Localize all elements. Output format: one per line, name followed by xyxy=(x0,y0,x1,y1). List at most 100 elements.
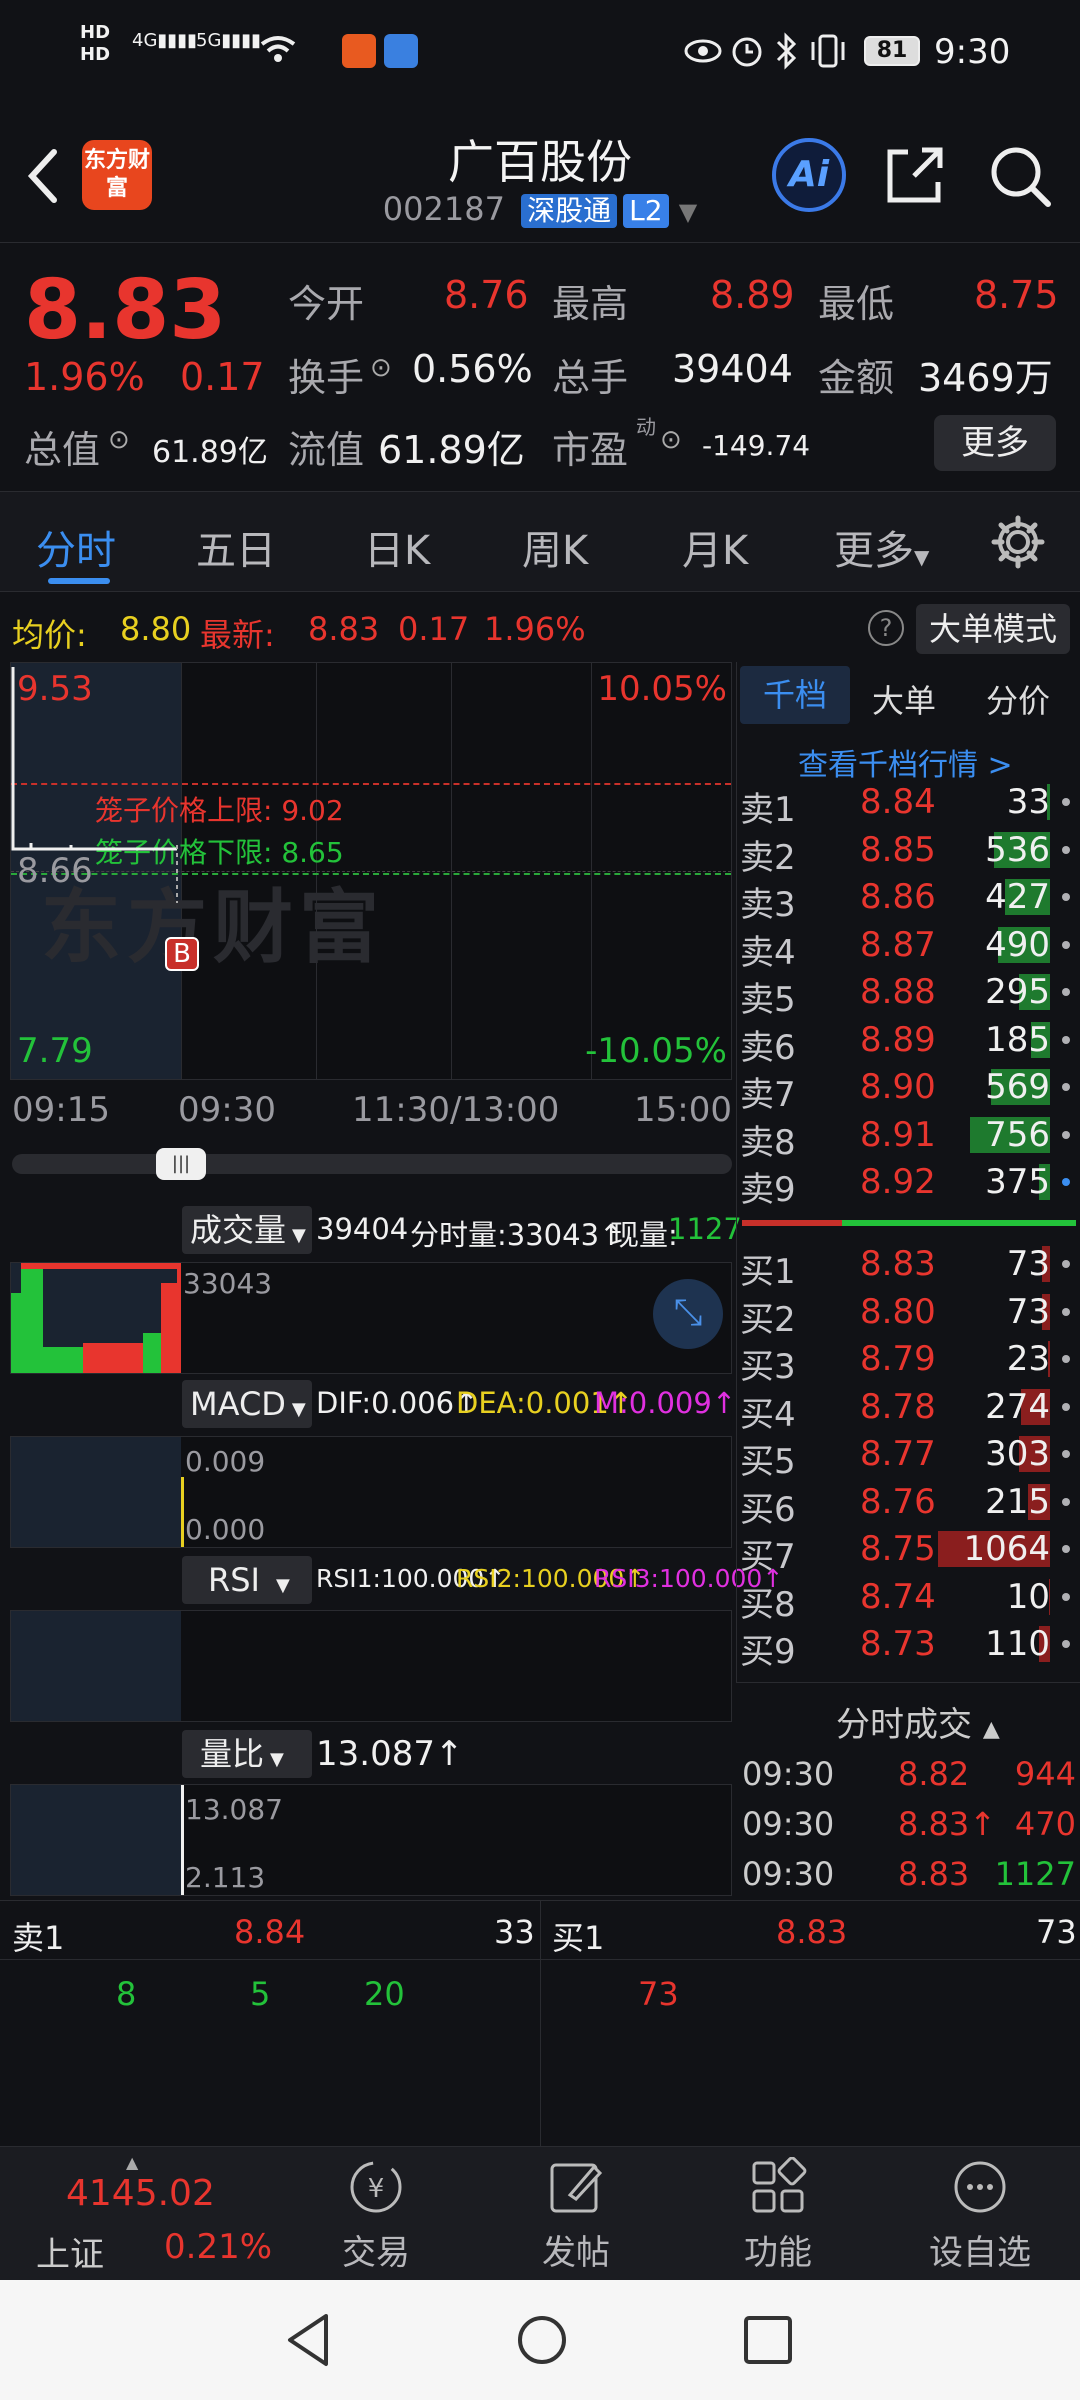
help-icon[interactable]: ? xyxy=(868,610,904,646)
volume-chart[interactable]: 33043 ⤡ xyxy=(10,1262,732,1374)
caret-down-icon: ▼ xyxy=(291,1399,306,1420)
volume-ratio-chart[interactable]: 13.087 2.113 xyxy=(10,1784,732,1896)
sell-level-row[interactable]: 卖2 8.85 536 xyxy=(740,826,1070,878)
tick-price: 8.83↑ xyxy=(898,1805,997,1843)
tick-trades-title: 分时成交 xyxy=(836,1705,972,1745)
expand-icon[interactable]: ⤡ xyxy=(653,1279,723,1349)
tab-more[interactable]: 更多▼ xyxy=(834,518,929,576)
tab-intraday[interactable]: 分时 xyxy=(36,518,116,576)
sell-level-row[interactable]: 卖4 8.87 490 xyxy=(740,921,1070,973)
buy-level-row[interactable]: 买9 8.73 110 xyxy=(740,1620,1070,1672)
more-button[interactable]: 更多 xyxy=(934,415,1056,471)
macd-chart[interactable]: 0.009 0.000 xyxy=(10,1436,732,1548)
system-recents-icon[interactable] xyxy=(740,2312,796,2368)
level-volume: 295 xyxy=(985,972,1050,1012)
buy-marker[interactable]: B xyxy=(165,937,199,971)
low-label: 最低 xyxy=(818,282,895,326)
last-price: 8.83 xyxy=(24,263,227,358)
level-label: 卖9 xyxy=(740,1170,796,1210)
level-label: 买6 xyxy=(740,1489,796,1530)
chart-scrollbar[interactable] xyxy=(12,1154,732,1174)
ai-assistant-button[interactable]: Ai xyxy=(772,138,846,212)
buy-level-row[interactable]: 买8 8.74 10 xyxy=(740,1573,1070,1625)
rsi-chart[interactable] xyxy=(10,1610,732,1722)
macd-select-label: MACD xyxy=(190,1385,286,1423)
info-icon[interactable]: ⊙ xyxy=(660,425,682,455)
system-nav-bar xyxy=(0,2280,1080,2400)
sell-level-row[interactable]: 卖8 8.91 756 xyxy=(740,1111,1070,1163)
sell-level-row[interactable]: 卖9 8.92 375 xyxy=(740,1158,1070,1210)
buy-level-row[interactable]: 买4 8.78 274 xyxy=(740,1383,1070,1435)
tab-price-distribution[interactable]: 分价 xyxy=(986,676,1050,722)
indicator-select-volume-ratio[interactable]: 量比 ▼ xyxy=(182,1730,312,1778)
buy-level-row[interactable]: 买5 8.77 303 xyxy=(740,1430,1070,1482)
battery-level: 81 xyxy=(876,38,908,63)
system-home-icon[interactable] xyxy=(512,2310,572,2370)
buy-level-row[interactable]: 买1 8.83 73 xyxy=(740,1240,1070,1292)
settings-gear-icon[interactable] xyxy=(990,514,1046,570)
sell-level-row[interactable]: 卖7 8.90 569 xyxy=(740,1063,1070,1115)
volume-ratio-value: 13.087↑ xyxy=(316,1734,464,1774)
turnover-label: 换手 xyxy=(288,356,365,400)
pe-superscript: 动 xyxy=(636,415,656,439)
tick-volume: 1127 xyxy=(994,1855,1076,1893)
tab-weekly-k[interactable]: 周K xyxy=(522,518,588,576)
sell-level-row[interactable]: 卖1 8.84 33 xyxy=(740,778,1070,830)
info-icon[interactable]: ⊙ xyxy=(108,425,130,455)
level-label: 买4 xyxy=(740,1394,796,1435)
float-value: 61.89亿 xyxy=(378,428,525,472)
battery-icon: 81 xyxy=(864,36,920,66)
buy-level-row[interactable]: 买6 8.76 215 xyxy=(740,1478,1070,1530)
sell-level-row[interactable]: 卖5 8.88 295 xyxy=(740,968,1070,1020)
time-label-midday: 11:30/13:00 xyxy=(352,1090,560,1130)
nav-add-watchlist[interactable]: 设自选 xyxy=(910,2157,1050,2274)
level-volume: 73 xyxy=(1006,1244,1050,1284)
tab-monthly-k[interactable]: 月K xyxy=(682,518,748,576)
tab-five-day[interactable]: 五日 xyxy=(196,518,276,576)
status-dot-icon xyxy=(1062,1640,1070,1648)
volume-total: 39404 xyxy=(316,1212,409,1246)
search-icon[interactable] xyxy=(988,144,1052,208)
big-order-mode-button[interactable]: 大单模式 xyxy=(916,604,1070,654)
nav-trade[interactable]: ¥ 交易 xyxy=(306,2157,446,2274)
signal-5g-icon: 5G▮▮▮▮ xyxy=(196,30,262,51)
macd-axis-bottom: 0.000 xyxy=(185,1513,266,1546)
volume-axis-top: 33043 xyxy=(183,1267,273,1300)
signal-4g-icon: 4G▮▮▮▮ xyxy=(132,30,198,51)
tab-thousand-levels[interactable]: 千档 xyxy=(740,666,850,724)
tab-big-orders[interactable]: 大单 xyxy=(872,676,936,722)
tick-price: 8.82 xyxy=(898,1755,970,1793)
system-back-icon[interactable] xyxy=(282,2310,334,2370)
level-label: 卖4 xyxy=(740,932,796,973)
intraday-price-chart[interactable]: 东方财富 笼子价格上限: 9.02 笼子价格下限: 8.65 9.53 8.66… xyxy=(10,662,732,1080)
level-price: 8.78 xyxy=(860,1386,936,1427)
indicator-select-rsi[interactable]: RSI ▼ xyxy=(182,1556,312,1604)
volume-bars xyxy=(11,1263,181,1373)
scroll-handle[interactable]: ||| xyxy=(156,1148,206,1180)
tick-volume: 470 xyxy=(1014,1805,1076,1843)
tick-trades-header[interactable]: 分时成交 ▲ xyxy=(836,1697,1000,1746)
indicator-select-volume[interactable]: 成交量 ▼ xyxy=(182,1206,312,1254)
hk-connect-tag: 深股通 xyxy=(521,194,618,228)
pct-axis-bottom: -10.05% xyxy=(585,1031,727,1071)
bluetooth-icon xyxy=(776,32,797,70)
share-icon[interactable] xyxy=(884,144,946,206)
status-dot-icon xyxy=(1062,1035,1070,1044)
status-dot-icon xyxy=(1062,798,1070,806)
buy-level-row[interactable]: 买2 8.80 73 xyxy=(740,1288,1070,1340)
indicator-select-macd[interactable]: MACD ▼ xyxy=(182,1380,312,1428)
buy-level-row[interactable]: 买7 8.75 1064 xyxy=(740,1525,1070,1577)
sell-level-row[interactable]: 卖3 8.86 427 xyxy=(740,873,1070,925)
index-ticker[interactable]: ▲ 4145.02 上证 0.21% xyxy=(0,2147,272,2281)
sell-level-row[interactable]: 卖6 8.89 185 xyxy=(740,1016,1070,1068)
info-icon[interactable]: ⊙ xyxy=(370,353,392,383)
status-dot-icon xyxy=(1062,988,1070,996)
level-label: 买9 xyxy=(740,1632,796,1672)
high-label: 最高 xyxy=(552,282,629,326)
tab-daily-k[interactable]: 日K xyxy=(364,518,430,576)
nav-functions[interactable]: 功能 xyxy=(708,2157,848,2274)
nav-post[interactable]: 发帖 xyxy=(506,2157,646,2274)
buy-level-row[interactable]: 买3 8.79 23 xyxy=(740,1335,1070,1387)
tick-trades-panel: 分时成交 ▲ 09:30 8.82 944 09:30 8.83↑ 470 09… xyxy=(736,1682,1080,1898)
amount-value: 3469万 xyxy=(918,356,1053,400)
